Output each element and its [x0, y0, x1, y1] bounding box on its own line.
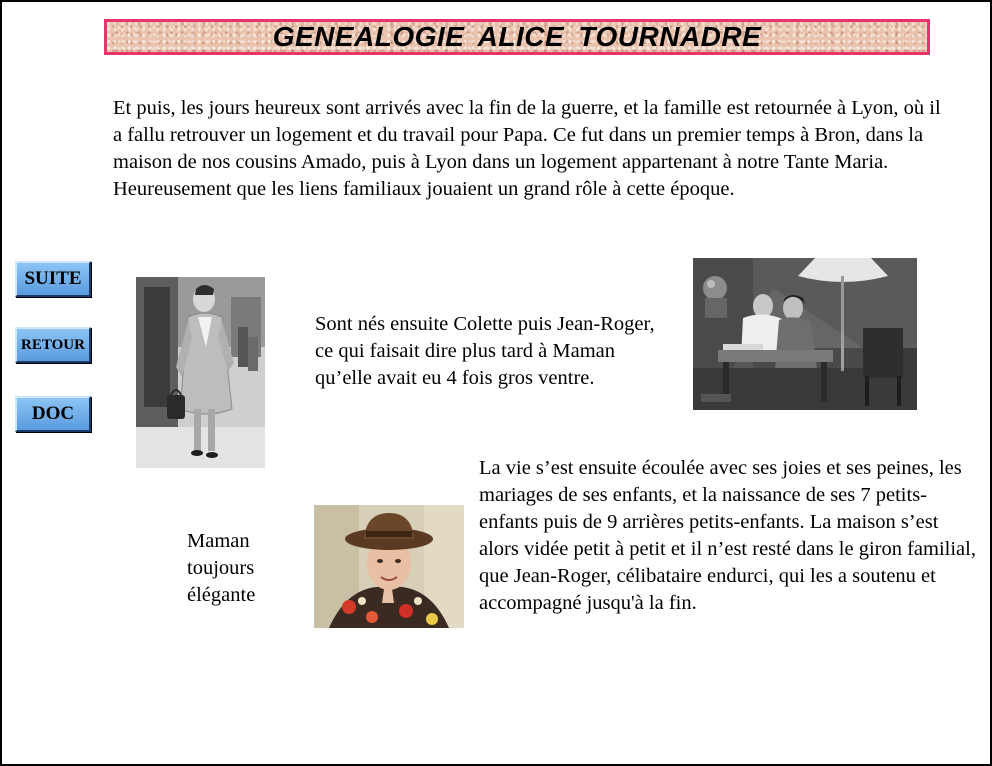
- photo-woman-walking: [136, 277, 265, 468]
- photo-caption: Maman toujours élégante: [187, 528, 255, 609]
- caption-line-2: toujours: [187, 557, 255, 579]
- photo-elderly-woman-hat: [314, 505, 464, 628]
- life-paragraph: La vie s’est ensuite écoulée avec ses jo…: [479, 457, 976, 614]
- caption-line-3: élégante: [187, 584, 256, 606]
- retour-button[interactable]: RETOUR: [15, 327, 91, 363]
- photo-couple-at-table: [693, 258, 917, 410]
- intro-paragraph: Et puis, les jours heureux sont arrivés …: [113, 97, 941, 200]
- title-banner: GENEALOGIE ALICE TOURNADRE: [104, 19, 930, 55]
- doc-button[interactable]: DOC: [15, 396, 91, 432]
- page-title: GENEALOGIE ALICE TOURNADRE: [272, 21, 762, 52]
- children-birth-paragraph: Sont nés ensuite Colette puis Jean-Roger…: [315, 313, 655, 389]
- caption-line-1: Maman: [187, 530, 250, 552]
- suite-button[interactable]: SUITE: [15, 261, 91, 297]
